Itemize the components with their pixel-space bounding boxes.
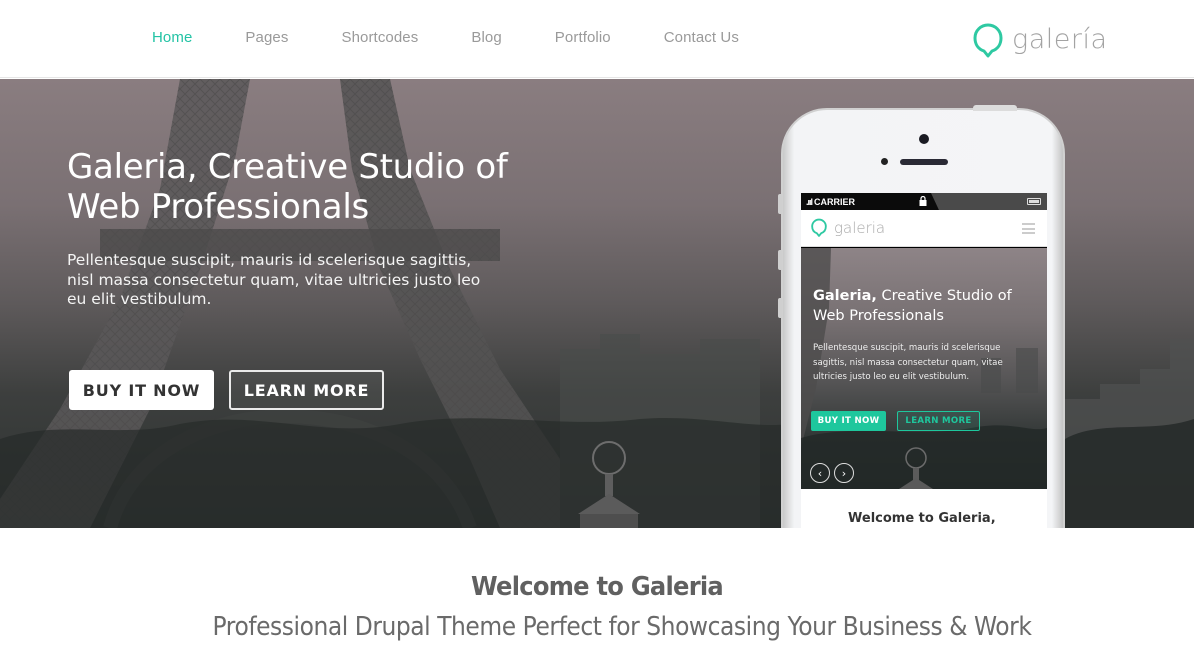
logo-text: galería [1012,23,1108,55]
mobile-learn-more-button: LEARN MORE [897,411,980,431]
nav-item-shortcodes[interactable]: Shortcodes [341,29,418,46]
nav-item-blog[interactable]: Blog [471,29,501,46]
hero-slider: Galeria, Creative Studio of Web Professi… [0,79,1194,528]
mobile-logo-text: galeria [834,219,886,237]
map-pin-outline-icon [811,218,827,237]
signal-icon: .ııl [806,196,813,207]
battery-icon [1027,198,1041,205]
carrier-label: CARRIER [814,196,856,207]
phone-power-button [973,105,1017,111]
mobile-welcome-bold: Welcome to Galeria, [848,511,996,526]
phone-speaker [900,159,948,165]
map-pin-outline-icon [973,23,1003,58]
mobile-welcome-section: Welcome to Galeria, a [801,489,1047,528]
phone-camera [919,134,929,144]
chevron-left-icon: ‹ [810,463,830,483]
phone-sensor [881,158,888,165]
mobile-hero-description: Pellentesque suscipit, mauris id sceleri… [813,343,1003,382]
welcome-heading: Welcome to Galeria [470,572,724,602]
nav-item-portfolio[interactable]: Portfolio [555,29,611,46]
learn-more-button[interactable]: LEARN MORE [229,370,384,410]
hero-title: Galeria, Creative Studio of Web Professi… [67,147,508,227]
phone-screen: .ııl CARRIER galeria Galeria, Creative S… [801,193,1047,528]
chevron-right-icon: › [834,463,854,483]
mobile-title-bold: Galeria, [813,288,877,304]
nav-item-contact-us[interactable]: Contact Us [664,29,739,46]
phone-mockup-image: .ııl CARRIER galeria Galeria, Creative S… [778,105,1065,528]
site-header: Home Pages Shortcodes Blog Portfolio Con… [0,0,1194,78]
phone-status-bar: .ııl CARRIER [801,193,1047,210]
mobile-hero: Galeria, Creative Studio of Web Professi… [801,248,1047,489]
main-nav: Home Pages Shortcodes Blog Portfolio Con… [152,29,792,46]
phone-mute-switch [778,194,782,214]
welcome-subheading: Professional Drupal Theme Perfect for Sh… [212,612,1032,642]
mobile-buy-it-now-button: BUY IT NOW [811,411,886,431]
buy-it-now-button[interactable]: BUY IT NOW [69,370,214,410]
site-logo[interactable]: galería [973,22,1108,60]
mobile-welcome-text: Welcome to Galeria, a [848,511,996,526]
mobile-header: galeria [801,210,1047,247]
nav-item-home[interactable]: Home [152,29,192,46]
phone-volume-down [778,298,782,318]
nav-item-pages[interactable]: Pages [245,29,288,46]
hero-description: Pellentesque suscipit, mauris id sceleri… [67,251,481,308]
hamburger-menu-icon[interactable] [1022,223,1035,234]
lock-icon [919,196,927,206]
mobile-hero-title: Galeria, Creative Studio of Web Professi… [813,286,1043,326]
phone-volume-up [778,250,782,270]
